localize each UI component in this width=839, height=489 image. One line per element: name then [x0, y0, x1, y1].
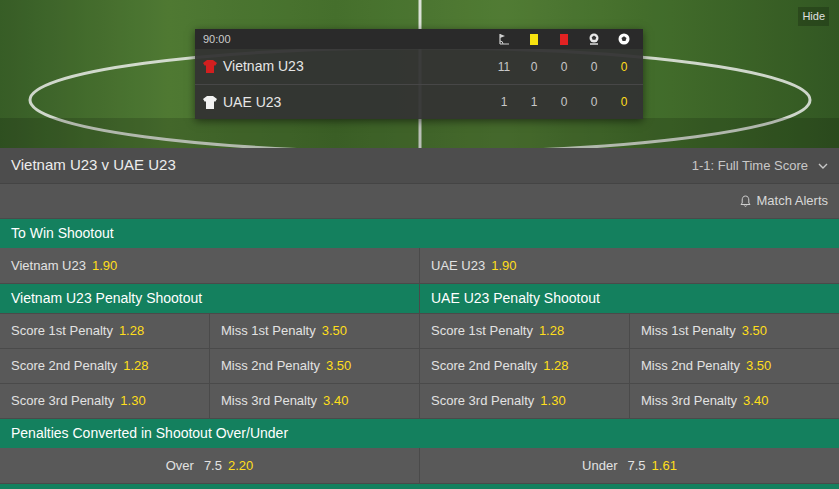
- penalty-icon: [588, 33, 600, 45]
- odds: 1.90: [491, 256, 516, 276]
- odds: 2.20: [228, 456, 253, 476]
- team-stat: 0: [549, 58, 579, 76]
- selection[interactable]: Miss 1st Penalty3.50: [630, 314, 839, 348]
- team-name: Vietnam U23: [223, 56, 489, 77]
- market: Penalties Converted in Shootout Over/Und…: [0, 418, 839, 483]
- market-header[interactable]: Penalties Converted in Shootout Over/Und…: [0, 419, 839, 448]
- match-header[interactable]: Vietnam U23 v UAE U231-1: Full Time Scor…: [0, 148, 839, 184]
- selection[interactable]: Over7.52.20: [0, 448, 419, 483]
- pitch-banner: Hide90:00Vietnam U23110000UAE U2311000: [0, 0, 839, 148]
- match-clock: 90:00: [195, 31, 489, 48]
- odds: 1.28: [539, 321, 564, 341]
- market-header[interactable]: To Win Shootout: [0, 219, 839, 248]
- selection[interactable]: Score 3rd Penalty1.30: [0, 384, 209, 418]
- selection[interactable]: Score 2nd Penalty1.28: [0, 349, 209, 383]
- chevron-down-icon[interactable]: [818, 163, 828, 169]
- red-card-icon: [560, 34, 568, 45]
- shirt-icon: [203, 60, 217, 73]
- bell-icon: [740, 195, 751, 207]
- team-stat: 0: [579, 58, 609, 76]
- odds: 1.28: [123, 356, 148, 376]
- selection[interactable]: Under7.51.61: [420, 448, 839, 483]
- team-row: Vietnam U23110000: [195, 49, 643, 84]
- market-header[interactable]: UAE U23 Penalty Shootout: [420, 284, 839, 313]
- scoreboard: 90:00Vietnam U23110000UAE U2311000: [195, 29, 643, 119]
- odds: 3.50: [746, 356, 771, 376]
- odds: 1.30: [120, 391, 145, 411]
- team-stat: 0: [519, 58, 549, 76]
- selection[interactable]: Vietnam U231.90: [0, 248, 419, 283]
- corner-flag-icon: [498, 33, 510, 45]
- selection[interactable]: Score 2nd Penalty1.28: [420, 349, 629, 383]
- shirt-icon: [203, 96, 217, 109]
- team-stat: 0: [609, 58, 639, 76]
- odds: 3.50: [742, 321, 767, 341]
- odds: 3.40: [743, 391, 768, 411]
- selection[interactable]: UAE U231.90: [420, 248, 839, 283]
- odds: 3.50: [326, 356, 351, 376]
- goal-ball-icon: [618, 33, 630, 45]
- team-stat: 0: [579, 93, 609, 111]
- market: Vietnam U23 Penalty ShootoutScore 1st Pe…: [0, 283, 839, 418]
- team-stat: 0: [549, 93, 579, 111]
- selection[interactable]: Score 1st Penalty1.28: [420, 314, 629, 348]
- odds: 1.90: [92, 256, 117, 276]
- market-header[interactable]: Vietnam U23 Penalty Shootout: [0, 284, 419, 313]
- team-stat: 1: [489, 93, 519, 111]
- odds: 3.40: [323, 391, 348, 411]
- selection[interactable]: Miss 2nd Penalty3.50: [210, 349, 419, 383]
- odds: 3.50: [322, 321, 347, 341]
- hide-button[interactable]: Hide: [798, 7, 829, 26]
- team-row: UAE U2311000: [195, 84, 643, 119]
- selection[interactable]: Miss 3rd Penalty3.40: [210, 384, 419, 418]
- team-stat: 0: [609, 93, 639, 111]
- team-stat: 1: [519, 93, 549, 111]
- odds: 1.28: [543, 356, 568, 376]
- selection[interactable]: Score 1st Penalty1.28: [0, 314, 209, 348]
- selection[interactable]: Miss 1st Penalty3.50: [210, 314, 419, 348]
- selection[interactable]: Score 3rd Penalty1.30: [420, 384, 629, 418]
- team-stat: 11: [489, 58, 519, 76]
- market: To Win ShootoutVietnam U231.90UAE U231.9…: [0, 218, 839, 283]
- score-label: 1-1: Full Time Score: [692, 156, 808, 176]
- selection[interactable]: Miss 3rd Penalty3.40: [630, 384, 839, 418]
- selection[interactable]: Miss 2nd Penalty3.50: [630, 349, 839, 383]
- odds: 1.61: [652, 456, 677, 476]
- footer-strip: [0, 483, 839, 489]
- match-alerts[interactable]: Match Alerts: [740, 191, 828, 211]
- odds: 1.30: [540, 391, 565, 411]
- odds: 1.28: [119, 321, 144, 341]
- yellow-card-icon: [530, 34, 538, 45]
- match-title: Vietnam U23 v UAE U23: [11, 154, 692, 177]
- team-name: UAE U23: [223, 92, 489, 113]
